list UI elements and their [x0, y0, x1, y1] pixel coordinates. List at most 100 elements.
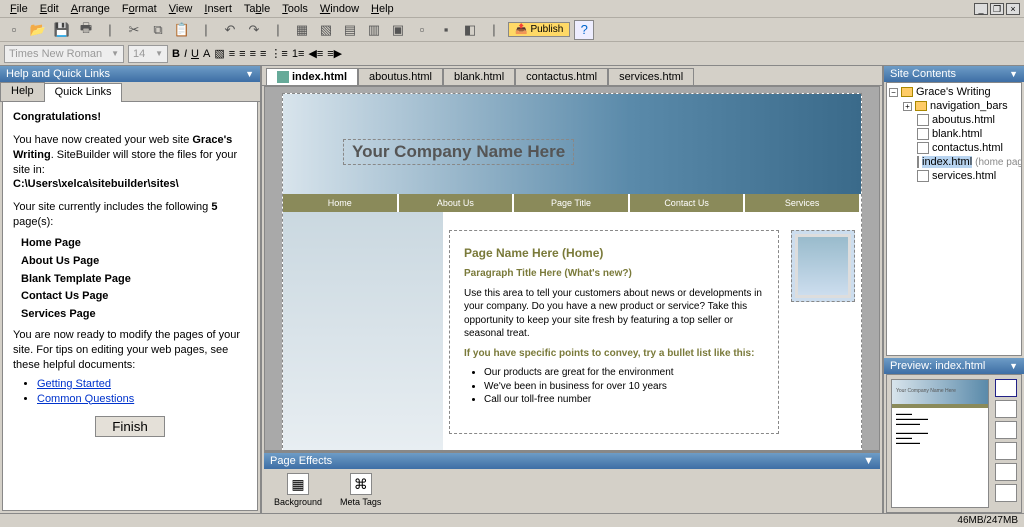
link-common-questions[interactable]: Common Questions: [37, 393, 134, 405]
new-icon[interactable]: ▫: [4, 20, 24, 40]
align-left-icon[interactable]: ≡: [229, 48, 235, 60]
canvas-viewport[interactable]: Your Company Name Here Home About Us Pag…: [264, 86, 880, 451]
collapse-icon[interactable]: ▼: [863, 455, 874, 467]
tab-quick-links[interactable]: Quick Links: [44, 83, 123, 102]
print-icon[interactable]: 🖶: [76, 20, 96, 40]
finish-button[interactable]: Finish: [95, 416, 165, 437]
insert2-icon[interactable]: ▧: [316, 20, 336, 40]
doc-tab-contactus[interactable]: contactus.html: [515, 68, 608, 85]
font-combo[interactable]: Times New Roman▼: [4, 45, 124, 63]
copy-icon[interactable]: ⧉: [148, 20, 168, 40]
thumb[interactable]: [995, 400, 1017, 418]
link-getting-started[interactable]: Getting Started: [37, 378, 111, 390]
align-center-icon[interactable]: ≡: [239, 48, 245, 60]
insert7-icon[interactable]: ▪: [436, 20, 456, 40]
effect-background[interactable]: ▦Background: [274, 473, 322, 507]
nav-pagetitle[interactable]: Page Title: [514, 194, 630, 212]
indent-icon[interactable]: ≡▶: [327, 47, 342, 60]
restore-icon[interactable]: ❐: [990, 3, 1004, 15]
thumb[interactable]: [995, 442, 1017, 460]
body-text[interactable]: Use this area to tell your customers abo…: [464, 287, 764, 341]
thumb[interactable]: [995, 484, 1017, 502]
tree-file[interactable]: aboutus.html: [889, 113, 1019, 127]
bold-icon[interactable]: B: [172, 48, 180, 60]
insert8-icon[interactable]: ◧: [460, 20, 480, 40]
menu-file[interactable]: File: [4, 2, 34, 16]
site-tree[interactable]: −Grace's Writing +navigation_bars aboutu…: [886, 82, 1022, 356]
align-justify-icon[interactable]: ≡: [260, 48, 266, 60]
collapse-icon[interactable]: ▼: [245, 69, 254, 79]
doc-tab-blank[interactable]: blank.html: [443, 68, 515, 85]
outdent-icon[interactable]: ◀≡: [308, 47, 323, 60]
open-icon[interactable]: 📂: [28, 20, 48, 40]
nav-home[interactable]: Home: [283, 194, 399, 212]
insert3-icon[interactable]: ▤: [340, 20, 360, 40]
save-icon[interactable]: 💾: [52, 20, 72, 40]
page-navbar[interactable]: Home About Us Page Title Contact Us Serv…: [283, 194, 861, 212]
tree-file[interactable]: services.html: [889, 169, 1019, 183]
italic-icon[interactable]: I: [184, 48, 187, 60]
menu-insert[interactable]: Insert: [198, 2, 238, 16]
numbers-icon[interactable]: 1≡: [292, 48, 305, 60]
menu-table[interactable]: Table: [238, 2, 276, 16]
menu-format[interactable]: Format: [116, 2, 163, 16]
bgcolor-icon[interactable]: ▧: [214, 47, 224, 60]
menubar: File Edit Arrange Format View Insert Tab…: [0, 0, 1024, 18]
insert5-icon[interactable]: ▣: [388, 20, 408, 40]
align-right-icon[interactable]: ≡: [250, 48, 256, 60]
publish-button[interactable]: 📤 Publish: [508, 22, 570, 37]
help-icon[interactable]: ?: [574, 20, 594, 40]
company-name-text[interactable]: Your Company Name Here: [343, 139, 574, 165]
underline-icon[interactable]: U: [191, 48, 199, 60]
page-header[interactable]: Your Company Name Here: [283, 94, 861, 194]
page-content-block[interactable]: Page Name Here (Home) Paragraph Title He…: [449, 230, 779, 434]
menu-edit[interactable]: Edit: [34, 2, 65, 16]
bullet-intro[interactable]: If you have specific points to convey, t…: [464, 347, 764, 361]
cut-icon[interactable]: ✂: [124, 20, 144, 40]
doc-tab-services[interactable]: services.html: [608, 68, 694, 85]
preview-image[interactable]: Your Company Name Here ▬▬▬▬▬▬▬▬▬▬▬▬▬▬▬▬▬…: [891, 379, 989, 508]
insert6-icon[interactable]: ▫: [412, 20, 432, 40]
thumb[interactable]: [995, 421, 1017, 439]
menu-window[interactable]: Window: [314, 2, 365, 16]
insert1-icon[interactable]: ▦: [292, 20, 312, 40]
image-placeholder[interactable]: [791, 230, 855, 302]
collapse-icon[interactable]: ▼: [1009, 69, 1018, 79]
paste-icon[interactable]: 📋: [172, 20, 192, 40]
doc-tab-aboutus[interactable]: aboutus.html: [358, 68, 443, 85]
menu-help[interactable]: Help: [365, 2, 400, 16]
redo-icon[interactable]: ↷: [244, 20, 264, 40]
tab-help[interactable]: Help: [0, 82, 45, 101]
menu-arrange[interactable]: Arrange: [65, 2, 116, 16]
page-name-heading[interactable]: Page Name Here (Home): [464, 245, 764, 261]
menu-view[interactable]: View: [163, 2, 199, 16]
tree-file-selected[interactable]: index.html (home page): [889, 155, 1019, 169]
memory-status: 46MB/247MB: [957, 515, 1018, 526]
nav-services[interactable]: Services: [745, 194, 861, 212]
nav-about[interactable]: About Us: [399, 194, 515, 212]
file-icon: [917, 156, 919, 168]
undo-icon[interactable]: ↶: [220, 20, 240, 40]
tree-file[interactable]: contactus.html: [889, 141, 1019, 155]
insert4-icon[interactable]: ▥: [364, 20, 384, 40]
paragraph-title[interactable]: Paragraph Title Here (What's new?): [464, 267, 764, 281]
close-icon[interactable]: ×: [1006, 3, 1020, 15]
page-side-image[interactable]: [283, 212, 443, 451]
thumb[interactable]: [995, 379, 1017, 397]
color-icon[interactable]: A: [203, 48, 210, 60]
tree-file[interactable]: blank.html: [889, 127, 1019, 141]
nav-contact[interactable]: Contact Us: [630, 194, 746, 212]
bullets-icon[interactable]: ⋮≡: [270, 47, 287, 60]
tree-root[interactable]: −Grace's Writing: [889, 85, 1019, 99]
bullet-list[interactable]: Our products are great for the environme…: [484, 366, 764, 407]
collapse-icon[interactable]: ▼: [1009, 361, 1018, 371]
doc-tab-index[interactable]: index.html: [266, 68, 358, 85]
minimize-icon[interactable]: _: [974, 3, 988, 15]
size-combo[interactable]: 14▼: [128, 45, 168, 63]
thumb[interactable]: [995, 463, 1017, 481]
folder-icon: [915, 101, 927, 111]
tree-folder-nav[interactable]: +navigation_bars: [889, 99, 1019, 113]
effect-metatags[interactable]: ⌘Meta Tags: [340, 473, 381, 507]
menu-tools[interactable]: Tools: [276, 2, 314, 16]
page-canvas[interactable]: Your Company Name Here Home About Us Pag…: [282, 93, 862, 451]
